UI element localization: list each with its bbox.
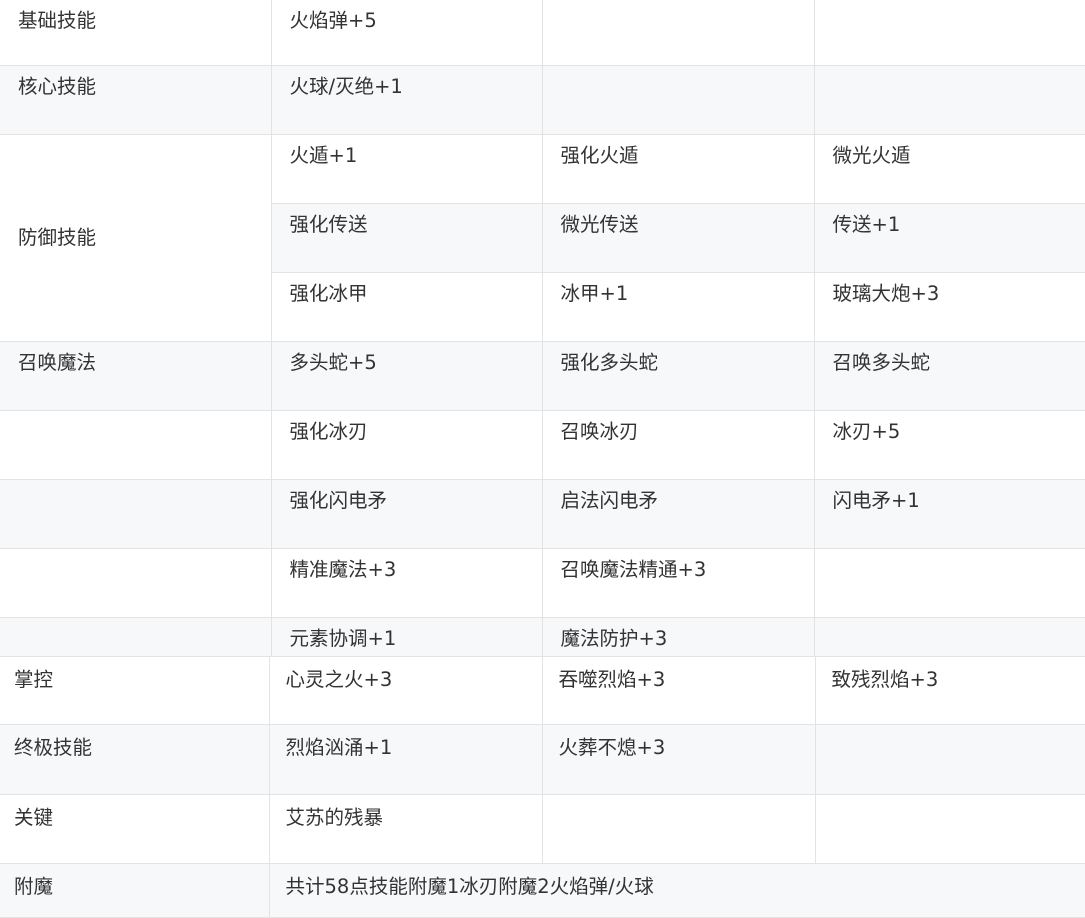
skill-cell bbox=[541, 0, 815, 66]
skill-cell: 强化冰刃 bbox=[270, 409, 543, 480]
skill-cell: 启法闪电矛 bbox=[541, 478, 815, 549]
skill-cell: 火焰弹+5 bbox=[270, 0, 543, 66]
skill-cell: 强化闪电矛 bbox=[270, 478, 543, 549]
table-row: 终极技能 烈焰汹涌+1 火葬不熄+3 bbox=[0, 724, 1085, 795]
skill-cell: 多头蛇+5 bbox=[270, 340, 543, 411]
table-row: 掌控 心灵之火+3 吞噬烈焰+3 致残烈焰+3 bbox=[0, 656, 1085, 725]
row-label-cell bbox=[0, 616, 272, 658]
row-label-cell bbox=[0, 478, 272, 549]
skill-cell: 强化传送 bbox=[271, 202, 543, 273]
skill-cell: 召唤多头蛇 bbox=[813, 340, 1085, 411]
row-label-cell: 核心技能 bbox=[0, 64, 272, 135]
row-label-cell bbox=[0, 409, 272, 480]
table-row: 核心技能 火球/灭绝+1 bbox=[0, 64, 1085, 135]
table-row: 关键 艾苏的残暴 bbox=[0, 794, 1085, 864]
skill-cell: 烈焰汹涌+1 bbox=[268, 724, 543, 795]
table-row: 防御技能 火遁+1 强化火遁 微光火遁 bbox=[0, 133, 1085, 342]
skill-cell: 魔法防护+3 bbox=[541, 616, 815, 658]
skill-cell bbox=[541, 794, 816, 864]
table-row: 强化闪电矛 启法闪电矛 闪电矛+1 bbox=[0, 478, 1085, 549]
skill-cell: 传送+1 bbox=[813, 202, 1085, 273]
row-label-cell: 终极技能 bbox=[0, 724, 270, 795]
row-label-cell: 关键 bbox=[0, 794, 270, 864]
table-row: 基础技能 火焰弹+5 bbox=[0, 0, 1085, 66]
row-label-cell-defense: 防御技能 bbox=[0, 133, 272, 342]
skill-cell: 火遁+1 bbox=[270, 133, 543, 204]
skill-cell: 冰刃+5 bbox=[813, 409, 1085, 480]
table-row: 精准魔法+3 召唤魔法精通+3 bbox=[0, 547, 1085, 618]
skill-cell: 火球/灭绝+1 bbox=[270, 64, 543, 135]
skill-cell bbox=[813, 64, 1085, 135]
skill-cell: 微光火遁 bbox=[813, 133, 1085, 204]
skill-cell: 强化火遁 bbox=[541, 133, 815, 204]
skill-cell: 艾苏的残暴 bbox=[268, 794, 543, 864]
skill-table-part1: 基础技能 火焰弹+5 核心技能 火球/灭绝+1 防御技能 火遁+1 强化火遁 微… bbox=[0, 0, 1085, 658]
skill-cell bbox=[814, 794, 1085, 864]
row-label-cell: 基础技能 bbox=[0, 0, 272, 66]
skill-cell bbox=[813, 547, 1085, 618]
skill-cell: 元素协调+1 bbox=[270, 616, 543, 658]
skill-cell: 冰甲+1 bbox=[541, 271, 815, 342]
table-row: 附魔 共计58点技能附魔1冰刃附魔2火焰弹/火球 bbox=[0, 863, 1085, 918]
row-label-cell bbox=[0, 547, 272, 618]
enchant-summary-cell: 共计58点技能附魔1冰刃附魔2火焰弹/火球 bbox=[268, 863, 1085, 918]
skill-cell: 致残烈焰+3 bbox=[814, 656, 1085, 725]
skill-cell: 强化冰甲 bbox=[271, 271, 543, 342]
skill-cell bbox=[814, 724, 1085, 795]
skill-cell: 火葬不熄+3 bbox=[541, 724, 816, 795]
skill-table-part2: 掌控 心灵之火+3 吞噬烈焰+3 致残烈焰+3 终极技能 烈焰汹涌+1 火葬不熄… bbox=[0, 656, 1085, 918]
row-label-cell: 掌控 bbox=[0, 656, 270, 725]
table-row: 强化冰刃 召唤冰刃 冰刃+5 bbox=[0, 409, 1085, 480]
skill-cell bbox=[813, 0, 1085, 66]
skill-cell bbox=[541, 64, 815, 135]
skill-cell: 吞噬烈焰+3 bbox=[541, 656, 816, 725]
skill-cell: 召唤冰刃 bbox=[541, 409, 815, 480]
skill-cell: 强化多头蛇 bbox=[541, 340, 815, 411]
row-label-cell: 附魔 bbox=[0, 863, 270, 918]
skill-cell bbox=[813, 616, 1085, 658]
skill-cell: 精准魔法+3 bbox=[270, 547, 543, 618]
row-label-cell: 召唤魔法 bbox=[0, 340, 272, 411]
skill-cell: 心灵之火+3 bbox=[268, 656, 543, 725]
skill-cell: 召唤魔法精通+3 bbox=[541, 547, 815, 618]
skill-cell: 玻璃大炮+3 bbox=[813, 271, 1085, 342]
skill-cell: 微光传送 bbox=[541, 202, 815, 273]
table-row: 元素协调+1 魔法防护+3 bbox=[0, 616, 1085, 658]
skill-cell: 闪电矛+1 bbox=[813, 478, 1085, 549]
table-row: 召唤魔法 多头蛇+5 强化多头蛇 召唤多头蛇 bbox=[0, 340, 1085, 411]
